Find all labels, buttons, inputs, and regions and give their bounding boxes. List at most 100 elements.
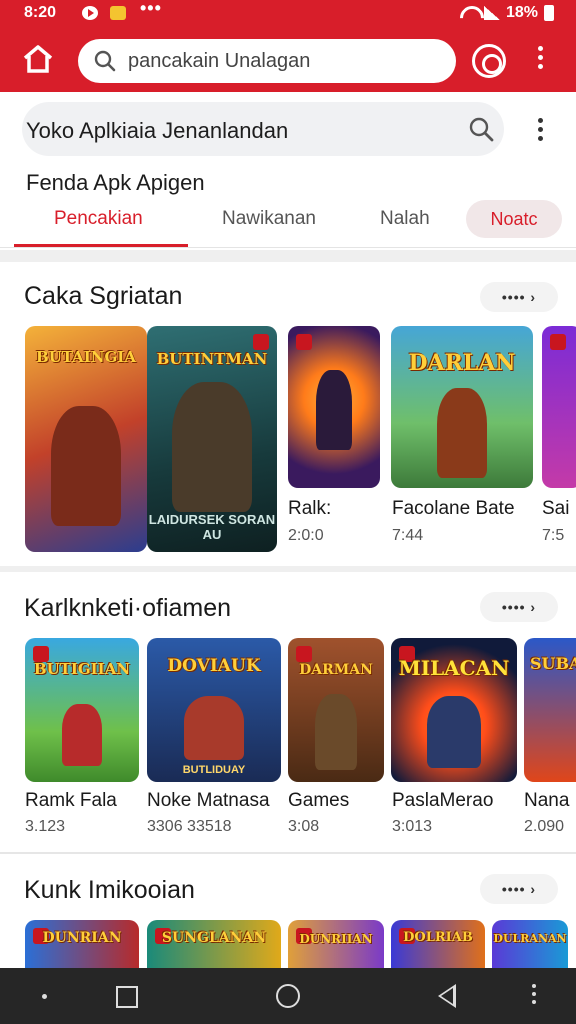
app-card[interactable]: DARLAN bbox=[391, 326, 533, 488]
app-name: Games bbox=[288, 790, 350, 811]
app-card[interactable]: SUBA bbox=[524, 638, 576, 782]
divider bbox=[0, 852, 576, 854]
battery-percent: 18% bbox=[505, 4, 538, 21]
app-art-title: DUNRIAN bbox=[42, 930, 122, 946]
app-name: PaslaMerao bbox=[392, 790, 494, 811]
app-name: Ralk: bbox=[288, 498, 332, 519]
search-input-text: pancakain Unalagan bbox=[128, 49, 311, 72]
youtube-icon bbox=[82, 6, 98, 20]
badge-icon bbox=[253, 334, 269, 350]
app-name: Noke Matnasa bbox=[147, 790, 270, 811]
app-card[interactable] bbox=[288, 326, 380, 488]
dot-icon bbox=[537, 127, 543, 132]
app-art-title: DOVIAUK bbox=[167, 656, 261, 676]
app-artwork bbox=[542, 326, 576, 488]
back-button[interactable] bbox=[438, 984, 456, 1008]
tab-noatc-label: Noatc bbox=[490, 209, 538, 229]
app-art-title: DUNRIIAN bbox=[299, 932, 373, 946]
section-title: Kunk Imikooian bbox=[24, 876, 195, 904]
character-figure-icon bbox=[62, 704, 102, 766]
tabs-button[interactable] bbox=[472, 44, 506, 78]
character-figure-icon bbox=[184, 696, 244, 760]
app-art-title: DULRANAN bbox=[493, 932, 567, 945]
search-input[interactable]: pancakain Unalagan bbox=[78, 39, 456, 83]
section-more-button[interactable]: •••• › bbox=[480, 592, 558, 622]
app-card[interactable]: DARMAN bbox=[288, 638, 384, 782]
app-art-title: MILACAN bbox=[398, 656, 510, 680]
app-card[interactable] bbox=[542, 326, 576, 488]
app-meta: 2:0:0 bbox=[288, 527, 324, 544]
app-art-title: BUTIGIIAN bbox=[33, 660, 131, 678]
character-figure-icon bbox=[427, 696, 481, 768]
store-search-bar[interactable]: Yoko Aplkiaia Jenanlandan bbox=[22, 102, 504, 156]
app-name: Sai bbox=[542, 498, 570, 519]
page-subtitle: Fenda Apk Apigen bbox=[26, 170, 205, 195]
dot-icon bbox=[537, 55, 543, 60]
page-menu-button[interactable] bbox=[530, 116, 550, 146]
recent-apps-button[interactable] bbox=[116, 986, 138, 1008]
app-name: Nana bbox=[524, 790, 570, 811]
dot-icon bbox=[537, 136, 543, 141]
store-search-text: Yoko Aplkiaia Jenanlandan bbox=[26, 118, 289, 143]
app-meta: 3:08 bbox=[288, 818, 320, 835]
search-icon bbox=[94, 50, 116, 72]
status-bar: 8:20 ••• 18% bbox=[0, 0, 576, 28]
app-meta: 3.123 bbox=[25, 818, 66, 835]
character-figure-icon bbox=[437, 388, 487, 478]
tab-nawikanan[interactable]: Nawikanan bbox=[222, 208, 316, 230]
character-figure-icon bbox=[315, 694, 357, 770]
active-tab-indicator bbox=[14, 244, 188, 247]
app-meta: 3306 33518 bbox=[147, 818, 232, 835]
more-notifications-icon: ••• bbox=[140, 0, 162, 18]
app-art-title: BUTINTMAN bbox=[156, 350, 268, 368]
dot-icon bbox=[532, 1000, 536, 1004]
app-meta: 7:44 bbox=[392, 527, 424, 544]
app-art-caption: BUTLIDUAY bbox=[182, 764, 246, 776]
dot-icon bbox=[42, 994, 47, 999]
tab-pencakian[interactable]: Pencakian bbox=[54, 208, 143, 230]
overflow-menu-button[interactable] bbox=[530, 44, 550, 74]
status-time: 8:20 bbox=[24, 4, 57, 21]
app-card[interactable]: MILACAN bbox=[391, 638, 517, 782]
app-art-title: BUTAINGIA bbox=[36, 348, 136, 366]
app-meta: 2.090 bbox=[524, 818, 565, 835]
app-name: Ramk Fala bbox=[25, 790, 117, 811]
app-art-title: DARMAN bbox=[299, 662, 373, 678]
tab-noatc[interactable]: Noatc bbox=[466, 200, 562, 238]
character-figure-icon bbox=[51, 406, 121, 526]
soldier-figure-icon bbox=[172, 382, 252, 512]
app-meta: 3:013 bbox=[392, 818, 433, 835]
character-figure-icon bbox=[316, 370, 352, 450]
divider bbox=[0, 566, 576, 572]
app-art-title: SUBA bbox=[530, 654, 576, 673]
dot-icon bbox=[537, 118, 543, 123]
app-art-title: SUNGLANAN bbox=[161, 930, 267, 946]
app-card[interactable]: DOVIAUK BUTLIDUAY bbox=[147, 638, 281, 782]
home-button[interactable] bbox=[22, 44, 54, 74]
section-title: Karlknketi·ofiamen bbox=[24, 594, 232, 622]
badge-icon bbox=[550, 334, 566, 350]
signal-icon bbox=[483, 6, 500, 20]
app-card-featured-1[interactable]: BUTAINGIA bbox=[25, 326, 147, 552]
wifi-icon bbox=[460, 6, 478, 20]
section-more-button[interactable]: •••• › bbox=[480, 282, 558, 312]
badge-icon bbox=[296, 646, 312, 662]
home-nav-button[interactable] bbox=[276, 984, 300, 1008]
dot-icon bbox=[537, 46, 543, 51]
tab-nalah[interactable]: Nalah bbox=[380, 208, 430, 230]
app-card-featured-2[interactable]: BUTINTMAN LAIDURSEK SORAN AU bbox=[147, 326, 277, 552]
top-app-bar: 8:20 ••• 18% pancakain Unalagan bbox=[0, 0, 576, 92]
dot-icon bbox=[532, 984, 536, 988]
system-nav-bar bbox=[0, 968, 576, 1024]
battery-icon bbox=[544, 5, 554, 21]
divider bbox=[0, 250, 576, 262]
app-meta: 7:5 bbox=[542, 527, 565, 544]
app-card[interactable]: BUTIGIIAN bbox=[25, 638, 139, 782]
app-art-title: DOLRIAB bbox=[403, 930, 473, 945]
notification-icon bbox=[110, 6, 126, 20]
app-art-title: DARLAN bbox=[408, 350, 516, 376]
nav-menu-button[interactable] bbox=[526, 982, 542, 1012]
section-title: Caka Sgriatan bbox=[24, 282, 183, 310]
section-more-button[interactable]: •••• › bbox=[480, 874, 558, 904]
dot-icon bbox=[532, 992, 536, 996]
